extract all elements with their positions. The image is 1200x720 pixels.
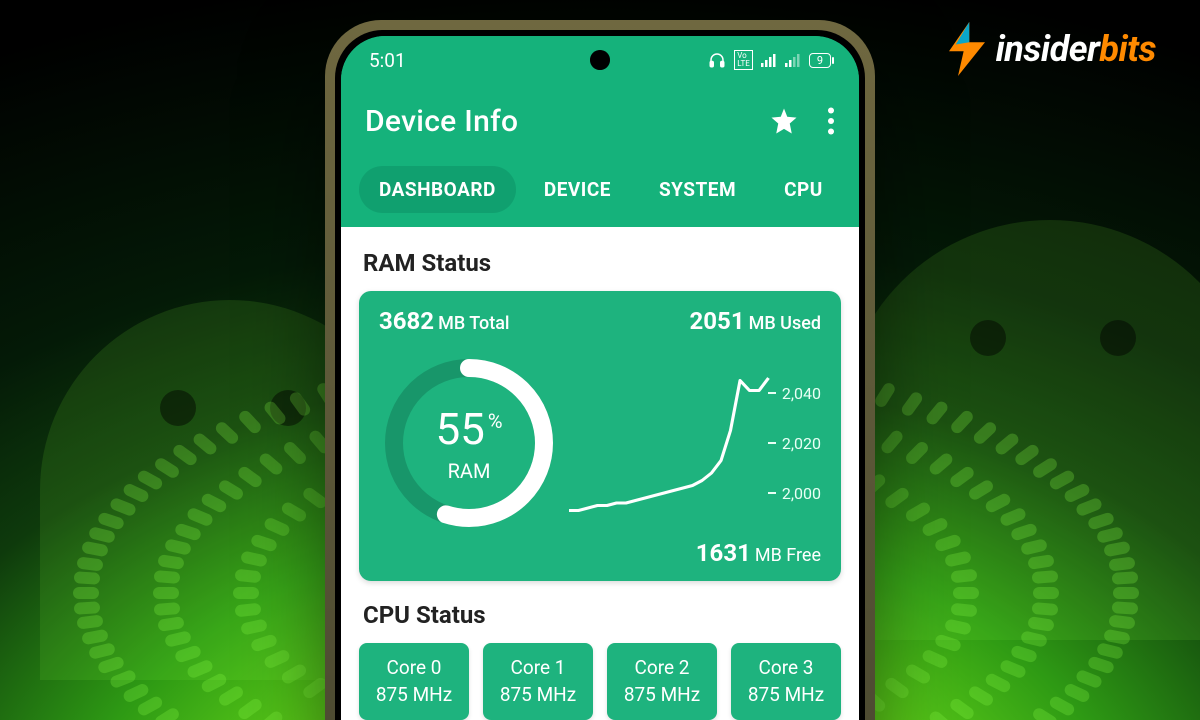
brand-text-1: insider	[996, 28, 1100, 70]
ram-section-title: RAM Status	[363, 249, 837, 277]
ram-gauge: 55% RAM	[379, 353, 559, 533]
app-bar: Device Info	[341, 84, 859, 158]
star-icon	[769, 106, 799, 136]
ram-percent-value: 55	[435, 403, 484, 455]
content-area: RAM Status 3682MB Total 2051MB Used	[341, 227, 859, 720]
bolt-icon	[944, 22, 990, 76]
clock: 5:01	[369, 49, 406, 72]
battery-icon: 9	[809, 53, 831, 68]
tab-device[interactable]: DEVICE	[524, 166, 631, 213]
cpu-section-title: CPU Status	[363, 601, 837, 629]
tab-cpu[interactable]: CPU	[764, 166, 843, 213]
ram-free: 1631MB Free	[696, 539, 821, 567]
ram-total: 3682MB Total	[379, 307, 510, 335]
favorite-button[interactable]	[769, 106, 799, 136]
overflow-menu-button[interactable]	[827, 107, 835, 135]
kebab-icon	[827, 107, 835, 135]
cpu-core-1[interactable]: Core 1875 MHz	[483, 643, 593, 720]
tab-dashboard[interactable]: DASHBOARD	[359, 166, 516, 213]
signal-2-icon	[785, 53, 801, 67]
tab-system[interactable]: SYSTEM	[639, 166, 756, 213]
page-title: Device Info	[365, 104, 518, 139]
ram-gauge-caption: RAM	[448, 459, 491, 483]
brand-text-2: bits	[1099, 28, 1156, 70]
cpu-core-3[interactable]: Core 3875 MHz	[731, 643, 841, 720]
cpu-core-0[interactable]: Core 0875 MHz	[359, 643, 469, 720]
brand-logo: insiderbits	[944, 22, 1156, 76]
ram-status-card: 3682MB Total 2051MB Used 55%	[359, 291, 841, 581]
volte-icon: VoLTE	[734, 50, 753, 70]
cpu-cores-grid: Core 0875 MHzCore 1875 MHzCore 2875 MHzC…	[359, 643, 841, 720]
headphones-icon	[708, 51, 726, 69]
cpu-core-2[interactable]: Core 2875 MHz	[607, 643, 717, 720]
tab-bar: DASHBOARDDEVICESYSTEMCPUB	[341, 158, 859, 227]
signal-1-icon	[761, 53, 777, 67]
ram-sparkline-chart: 2,040 2,020 2,000	[569, 368, 821, 518]
phone-frame: 5:01 VoLTE 9	[325, 20, 875, 720]
tab-b[interactable]: B	[851, 166, 859, 213]
camera-cutout	[590, 50, 610, 70]
sparkline-y-ticks: 2,040 2,020 2,000	[768, 368, 821, 518]
ram-used: 2051MB Used	[690, 307, 821, 335]
percent-symbol: %	[488, 409, 503, 433]
